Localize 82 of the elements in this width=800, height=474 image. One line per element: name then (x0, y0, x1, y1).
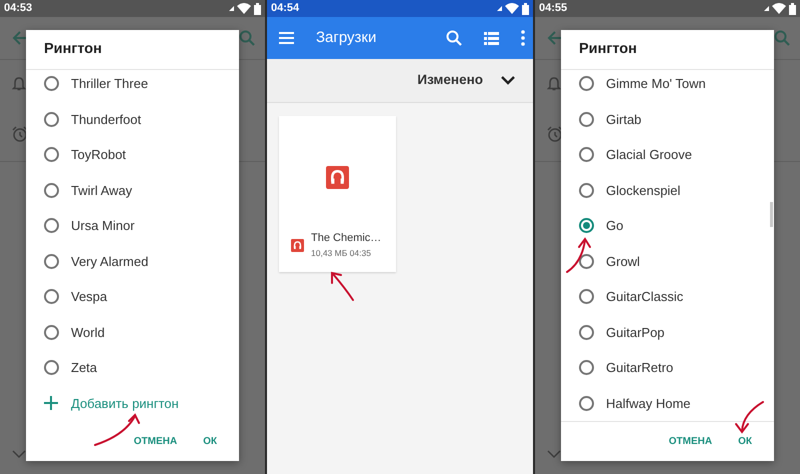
ringtone-option[interactable]: World (71, 322, 105, 342)
status-time: 04:54 (271, 1, 300, 16)
radio-button[interactable] (579, 289, 594, 304)
audio-file-icon (326, 166, 349, 188)
annotation-arrow (329, 270, 356, 303)
sort-label[interactable]: Изменено (417, 70, 483, 91)
radio-button[interactable] (44, 324, 59, 340)
battery-icon (522, 2, 529, 14)
radio-button[interactable] (44, 289, 59, 304)
sort-chevron-icon[interactable] (501, 76, 515, 85)
plus-icon (44, 396, 58, 410)
dialog-title: Рингтон (561, 30, 774, 70)
more-options-icon[interactable] (521, 30, 525, 46)
ringtone-option[interactable]: Growl (606, 252, 640, 271)
cancel-button[interactable]: ОТМЕНА (126, 430, 186, 452)
signal-icon (497, 6, 502, 11)
ringtone-option[interactable]: Thunderfoot (71, 110, 142, 129)
scrollbar-thumb[interactable] (770, 202, 773, 227)
annotation-arrow (564, 236, 593, 275)
ringtone-option[interactable]: Girtab (606, 110, 642, 129)
ringtone-option[interactable]: GuitarClassic (606, 287, 684, 306)
signal-icon (229, 6, 234, 11)
bell-icon (547, 76, 561, 90)
battery-icon (789, 2, 796, 14)
radio-button[interactable] (44, 147, 59, 162)
radio-button[interactable] (579, 360, 594, 376)
radio-button[interactable] (44, 360, 59, 376)
bell-icon (12, 76, 26, 90)
radio-button[interactable] (579, 324, 594, 340)
radio-button[interactable] (44, 218, 59, 234)
wifi-icon (237, 3, 251, 14)
ringtone-option[interactable]: Thriller Three (71, 74, 148, 94)
cancel-button[interactable]: ОТМЕНА (660, 430, 720, 453)
ringtone-option[interactable]: Glacial Groove (606, 145, 692, 164)
radio-button[interactable] (44, 112, 59, 127)
wifi-icon (772, 3, 786, 14)
ringtone-option[interactable]: ToyRobot (71, 145, 126, 164)
ringtone-option[interactable]: Halfway Home (606, 394, 691, 413)
dialog-title: Рингтон (26, 30, 239, 70)
ok-button[interactable]: ОК (195, 430, 225, 452)
ringtone-option[interactable]: Glockenspiel (606, 180, 680, 200)
file-name: The Chemic… (311, 231, 382, 246)
annotation-arrow (734, 399, 766, 434)
signal-icon (764, 6, 769, 11)
radio-button[interactable] (579, 147, 594, 162)
radio-button[interactable] (579, 182, 594, 198)
radio-button[interactable] (44, 182, 59, 198)
ringtone-option[interactable]: GuitarPop (606, 322, 665, 342)
file-card[interactable]: The Chemic… 10,43 МБ 04:35 (279, 116, 396, 272)
back-arrow-icon[interactable] (547, 30, 563, 46)
chevron-down-icon[interactable] (12, 450, 26, 458)
ringtone-option[interactable]: Zeta (71, 358, 98, 378)
ringtone-option[interactable]: Very Alarmed (71, 252, 148, 271)
menu-icon[interactable] (279, 31, 294, 45)
ok-button[interactable]: ОК (730, 430, 760, 453)
radio-button[interactable] (579, 396, 594, 411)
ringtone-option[interactable]: Go (606, 216, 624, 236)
ringtone-option[interactable]: Ursa Minor (71, 216, 135, 236)
radio-button[interactable] (44, 254, 59, 269)
status-time: 04:55 (539, 1, 568, 16)
alarm-clock-icon (547, 126, 563, 142)
ringtone-option[interactable]: Vespa (71, 287, 108, 306)
app-bar-title: Загрузки (316, 28, 378, 48)
ringtone-option[interactable]: Twirl Away (71, 180, 132, 200)
radio-button[interactable] (44, 76, 59, 92)
alarm-clock-icon (12, 126, 28, 142)
radio-button[interactable] (579, 254, 594, 269)
add-ringtone-link[interactable]: Добавить рингтон (71, 394, 179, 413)
ringtone-option[interactable]: GuitarRetro (606, 358, 674, 378)
ringtone-option[interactable]: Gimme Mo' Town (606, 74, 706, 94)
battery-icon (254, 2, 261, 14)
list-view-icon[interactable] (484, 32, 499, 44)
search-icon[interactable] (446, 30, 462, 46)
audio-file-icon (291, 238, 304, 252)
radio-button[interactable] (579, 112, 594, 127)
status-time: 04:53 (4, 1, 32, 16)
radio-button[interactable] (579, 76, 594, 92)
chevron-down-icon[interactable] (547, 450, 561, 458)
radio-button[interactable] (579, 218, 594, 234)
file-meta: 10,43 МБ 04:35 (311, 246, 372, 260)
back-arrow-icon[interactable] (12, 30, 28, 46)
wifi-icon (505, 3, 519, 14)
